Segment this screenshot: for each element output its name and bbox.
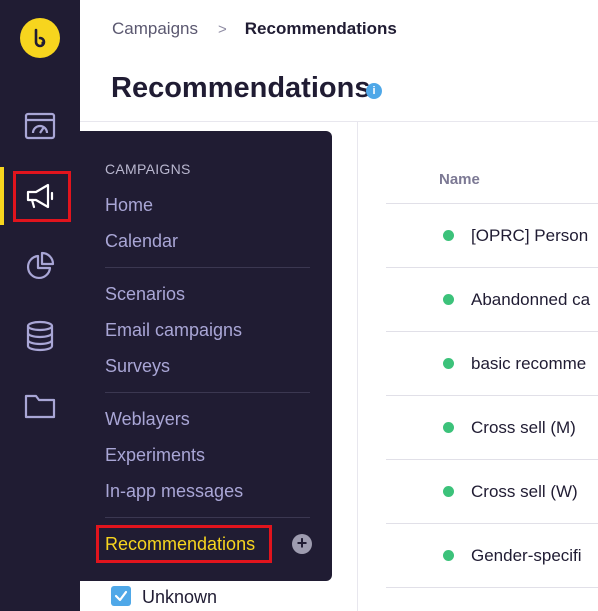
flyout-section-title: CAMPAIGNS xyxy=(105,161,191,177)
menu-item-email-campaigns[interactable]: Email campaigns xyxy=(105,320,242,341)
breadcrumb-current: Recommendations xyxy=(244,19,397,38)
recommendation-name[interactable]: basic recomme xyxy=(471,354,586,374)
nav-assets[interactable] xyxy=(0,377,80,435)
menu-item-home[interactable]: Home xyxy=(105,195,153,216)
table-row[interactable]: Cross sell (W) xyxy=(386,460,598,524)
breadcrumb-parent[interactable]: Campaigns xyxy=(112,19,198,39)
status-dot-icon xyxy=(443,294,454,305)
recommendation-name[interactable]: Cross sell (W) xyxy=(471,482,578,502)
campaigns-highlight-box xyxy=(13,171,71,222)
pie-chart-icon xyxy=(26,251,55,280)
recommendation-name[interactable]: Abandonned ca xyxy=(471,290,590,310)
table-row[interactable]: Abandonned ca xyxy=(386,268,598,332)
content-divider xyxy=(357,122,358,611)
table-row[interactable]: Cross sell (M) xyxy=(386,396,598,460)
unknown-checkbox-label: Unknown xyxy=(142,587,218,607)
menu-divider xyxy=(105,517,310,518)
menu-divider xyxy=(105,392,310,393)
status-dot-icon xyxy=(443,230,454,241)
recommendation-name[interactable]: [OPRC] Person xyxy=(471,226,588,246)
folder-icon xyxy=(24,394,56,419)
status-dot-icon xyxy=(443,358,454,369)
checkmark-icon xyxy=(114,590,128,602)
unknown-checkbox[interactable] xyxy=(111,586,131,606)
menu-item-calendar[interactable]: Calendar xyxy=(105,231,178,252)
logo-icon xyxy=(34,28,46,48)
status-dot-icon xyxy=(443,550,454,561)
page-title: Recommendations xyxy=(111,72,371,104)
menu-item-scenarios[interactable]: Scenarios xyxy=(105,284,185,305)
status-dot-icon xyxy=(443,422,454,433)
breadcrumb: Campaigns > Recommendations xyxy=(112,19,397,39)
campaigns-flyout-menu: CAMPAIGNS Home Calendar Scenarios Email … xyxy=(80,131,332,581)
table-row[interactable]: Gender-specifi xyxy=(386,524,598,588)
nav-data[interactable] xyxy=(0,307,80,365)
app-root: Campaigns > Recommendations Recommendati… xyxy=(0,0,598,611)
menu-item-weblayers[interactable]: Weblayers xyxy=(105,409,190,430)
nav-analytics[interactable] xyxy=(0,237,80,295)
main-navigation-rail xyxy=(0,0,80,611)
menu-item-surveys[interactable]: Surveys xyxy=(105,356,170,377)
info-icon[interactable]: i xyxy=(366,83,382,99)
add-recommendation-icon[interactable]: + xyxy=(292,534,312,554)
recommendation-name[interactable]: Gender-specifi xyxy=(471,546,582,566)
header-divider xyxy=(80,121,598,122)
recommendation-name[interactable]: Cross sell (M) xyxy=(471,418,576,438)
dashboard-icon xyxy=(24,112,56,140)
menu-item-experiments[interactable]: Experiments xyxy=(105,445,205,466)
table-row[interactable]: basic recomme xyxy=(386,332,598,396)
column-header-name[interactable]: Name xyxy=(439,171,480,188)
table-row[interactable]: [OPRC] Person xyxy=(386,204,598,268)
menu-divider xyxy=(105,267,310,268)
database-icon xyxy=(26,320,54,352)
nav-dashboard[interactable] xyxy=(0,97,80,155)
recommendations-highlight-box xyxy=(96,525,272,563)
chevron-right-icon: > xyxy=(218,20,227,38)
menu-item-in-app-messages[interactable]: In-app messages xyxy=(105,481,243,502)
status-dot-icon xyxy=(443,486,454,497)
brand-logo[interactable] xyxy=(20,18,60,58)
